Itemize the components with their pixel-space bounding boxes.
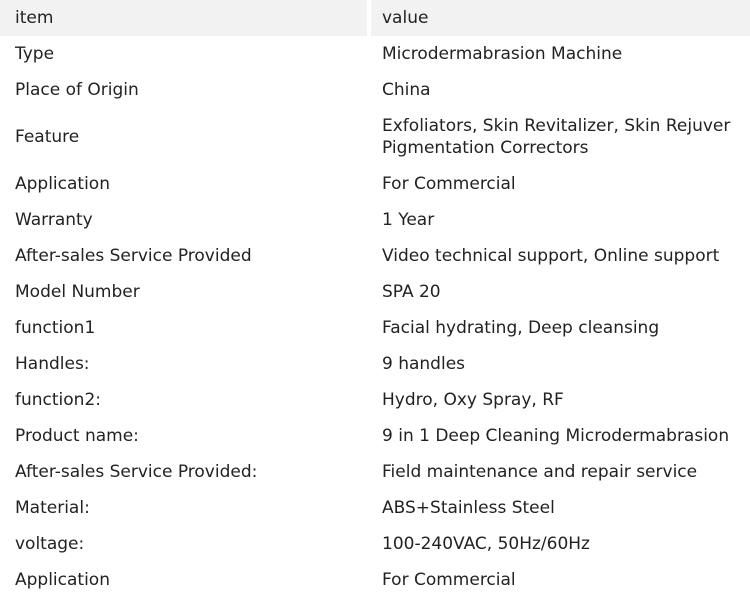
row-value-line: For Commercial (382, 174, 516, 194)
table-row: Material: ABS+Stainless Steel (0, 490, 750, 526)
row-value-cell: Hydro, Oxy Spray, RF (371, 382, 750, 418)
table-row: Warranty 1 Year (0, 202, 750, 238)
row-value-line: 9 in 1 Deep Cleaning Microdermabrasion (382, 426, 730, 446)
table-row: Application For Commercial (0, 562, 750, 598)
row-item-cell: voltage: (15, 534, 85, 554)
table-row: Product name: 9 in 1 Deep Cleaning Microd… (0, 418, 750, 454)
row-value-cell: 9 handles (371, 346, 750, 382)
row-value-line: Exfoliators, Skin Revitalizer, Skin Reju… (382, 116, 731, 136)
row-item-cell: Product name: (15, 426, 139, 446)
row-value-cell: Video technical support, Online support (371, 238, 750, 274)
spec-table: item value Type Microdermabrasion Machine… (0, 0, 750, 600)
row-value-cell: Facial hydrating, Deep cleansing (371, 310, 750, 346)
row-value-line: 9 handles (382, 354, 466, 374)
row-value-cell: 100-240VAC, 50Hz/60Hz (371, 526, 750, 562)
row-value-cell: China (371, 72, 750, 108)
table-row: Handles: 9 handles (0, 346, 750, 382)
row-item-cell: Warranty (15, 210, 93, 230)
table-row: Application For Commercial (0, 166, 750, 202)
row-value-line: Hydro, Oxy Spray, RF (382, 390, 564, 410)
table-row: After-sales Service Provided Video techni… (0, 238, 750, 274)
row-value-cell: Microdermabrasion Machine (371, 36, 750, 72)
row-item-cell: Model Number (15, 282, 140, 302)
row-value-line: For Commercial (382, 570, 516, 590)
table-row: Type Microdermabrasion Machine (0, 36, 750, 72)
table-row: After-sales Service Provided: Field maint… (0, 454, 750, 490)
row-value-line: Field maintenance and repair service (382, 462, 698, 482)
row-value-line: Facial hydrating, Deep cleansing (382, 318, 660, 338)
row-value-line: Video technical support, Online support (382, 246, 720, 266)
row-value-line: Microdermabrasion Machine (382, 44, 623, 64)
table-row: function2: Hydro, Oxy Spray, RF (0, 382, 750, 418)
table-row: Feature Exfoliators, Skin Revitalizer, Sk… (0, 108, 750, 166)
row-value-cell: 9 in 1 Deep Cleaning Microdermabrasion (371, 418, 750, 454)
row-item-cell: Application (15, 174, 110, 194)
row-value-cell: 1 Year (371, 202, 750, 238)
table-row: voltage: 100-240VAC, 50Hz/60Hz (0, 526, 750, 562)
header-item-cell: item (0, 0, 367, 36)
row-value-line: SPA 20 (382, 282, 441, 302)
row-value-line: ABS+Stainless Steel (382, 498, 555, 518)
row-value-line: Pigmentation Correctors (382, 138, 589, 158)
row-value-cell: SPA 20 (371, 274, 750, 310)
row-item-cell: function2: (15, 390, 101, 410)
row-value-cell: Field maintenance and repair service (371, 454, 750, 490)
table-header-row: item value (0, 0, 750, 36)
table-row: function1 Facial hydrating, Deep cleansin… (0, 310, 750, 346)
table-row: Place of Origin China (0, 72, 750, 108)
header-value-cell: value (371, 0, 750, 36)
row-item-cell: Type (15, 44, 55, 64)
row-item-cell: After-sales Service Provided (15, 246, 252, 266)
row-value-line: 1 Year (382, 210, 435, 230)
row-item-cell: Handles: (15, 354, 90, 374)
row-value-cell: For Commercial (371, 166, 750, 202)
row-value-cell: For Commercial (371, 562, 750, 598)
row-item-cell: function1 (15, 318, 96, 338)
row-item-cell: After-sales Service Provided: (15, 462, 258, 482)
row-item-cell: Material: (15, 498, 90, 518)
row-item-cell: Application (15, 570, 110, 590)
row-value-line: China (382, 80, 431, 100)
row-value-line: 100-240VAC, 50Hz/60Hz (382, 534, 590, 554)
row-item-cell: Feature (15, 127, 80, 147)
table-body: Type Microdermabrasion Machine Place of Or… (0, 36, 750, 598)
table-row: Model Number SPA 20 (0, 274, 750, 310)
row-value-cell: Exfoliators, Skin Revitalizer, Skin Reju… (371, 108, 750, 166)
row-value-cell: ABS+Stainless Steel (371, 490, 750, 526)
row-item-cell: Place of Origin (15, 80, 139, 100)
